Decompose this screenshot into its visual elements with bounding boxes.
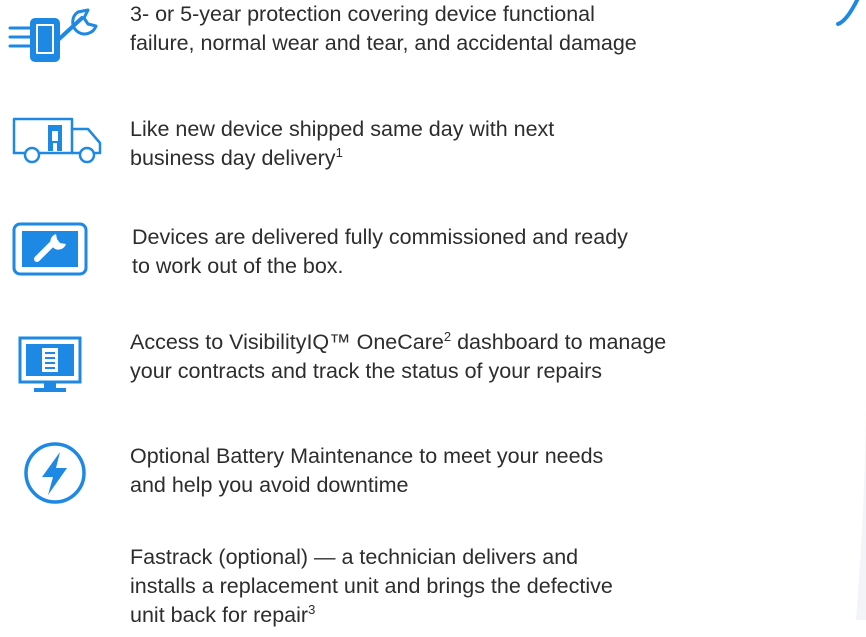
- feature-text: Optional Battery Maintenance to meet you…: [130, 442, 603, 500]
- feature-line: and help you avoid downtime: [130, 473, 409, 497]
- feature-line: Access to VisibilityIQ™ OneCare: [130, 330, 444, 354]
- feature-protection: 3- or 5-year protection covering device …: [0, 0, 866, 80]
- feature-line: unit back for repair: [130, 603, 309, 627]
- feature-text: Access to VisibilityIQ™ OneCare2 dashboa…: [130, 328, 666, 386]
- feature-delivery: Like new device shipped same day with ne…: [0, 105, 866, 185]
- feature-line: business day delivery: [130, 146, 336, 170]
- footnote-marker: 3: [308, 602, 316, 617]
- feature-text: Devices are delivered fully commissioned…: [132, 223, 628, 281]
- feature-line: 3- or 5-year protection covering device …: [130, 2, 595, 26]
- feature-line: Like new device shipped same day with ne…: [130, 117, 555, 141]
- phone-wrench-icon: [8, 8, 98, 62]
- feature-line: to work out of the box.: [132, 254, 344, 278]
- feature-text: Fastrack (optional) — a technician deliv…: [130, 543, 613, 630]
- feature-line: dashboard to manage: [451, 330, 667, 354]
- lightning-bolt-icon: [24, 442, 86, 504]
- feature-text: Like new device shipped same day with ne…: [130, 115, 554, 173]
- footnote-marker: 1: [335, 145, 343, 160]
- feature-battery: Optional Battery Maintenance to meet you…: [0, 436, 866, 516]
- footnote-marker: 2: [443, 329, 452, 344]
- feature-fastrack: Fastrack (optional) — a technician deliv…: [0, 532, 866, 632]
- feature-line: your contracts and track the status of y…: [130, 359, 603, 383]
- delivery-truck-icon: [12, 117, 102, 164]
- feature-line: installs a replacement unit and brings t…: [130, 574, 613, 598]
- feature-commissioned: Devices are delivered fully commissioned…: [0, 218, 866, 298]
- feature-line: failure, normal wear and tear, and accid…: [130, 31, 637, 55]
- monitor-dashboard-icon: [18, 336, 82, 392]
- wrench-screen-icon: [12, 222, 88, 276]
- feature-dashboard: Access to VisibilityIQ™ OneCare2 dashboa…: [0, 328, 866, 408]
- feature-line: Devices are delivered fully commissioned…: [132, 225, 628, 249]
- feature-line: Optional Battery Maintenance to meet you…: [130, 444, 604, 468]
- feature-line: Fastrack (optional) — a technician deliv…: [130, 545, 579, 569]
- feature-text: 3- or 5-year protection covering device …: [130, 0, 637, 58]
